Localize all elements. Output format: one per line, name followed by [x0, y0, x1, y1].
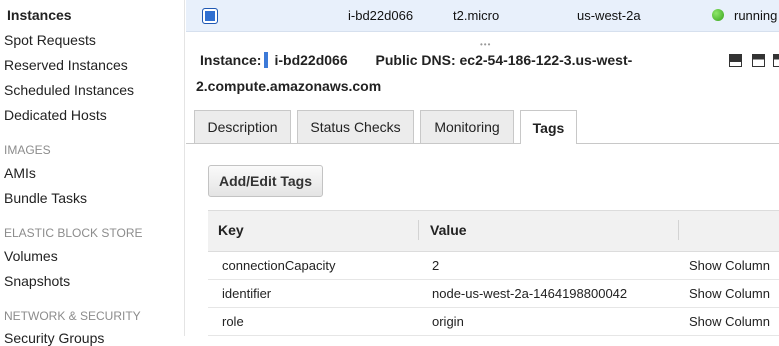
detail-header: Instance: i-bd22d066 Public DNS: ec2-54-1…: [200, 52, 632, 68]
sidebar-item-dedicated-hosts[interactable]: Dedicated Hosts: [4, 107, 107, 123]
sidebar-item-security-groups[interactable]: Security Groups: [4, 330, 104, 346]
dns-value-part2: 2.compute.amazonaws.com: [196, 78, 382, 94]
column-header-value[interactable]: Value: [430, 222, 467, 238]
sidebar-section-network: NETWORK & SECURITY: [4, 309, 141, 323]
show-column-link[interactable]: Show Column: [689, 258, 770, 273]
panel-top-icon[interactable]: [773, 54, 779, 67]
tab-monitoring[interactable]: Monitoring: [420, 110, 514, 143]
show-column-link[interactable]: Show Column: [689, 286, 770, 301]
sidebar-item-amis[interactable]: AMIs: [4, 165, 36, 181]
column-separator: [678, 220, 679, 240]
tab-tags[interactable]: Tags: [520, 110, 577, 144]
show-column-link[interactable]: Show Column: [689, 314, 770, 329]
instance-label: Instance:: [200, 52, 262, 68]
tag-value-cell: origin: [432, 314, 464, 329]
availability-zone-cell: us-west-2a: [577, 8, 641, 23]
detail-instance-id: i-bd22d066: [274, 52, 348, 68]
sidebar-item-volumes[interactable]: Volumes: [4, 248, 58, 264]
sidebar-item-reserved-instances[interactable]: Reserved Instances: [4, 57, 128, 73]
row-checkbox[interactable]: [202, 8, 218, 24]
instance-marker-icon: [264, 52, 269, 68]
tab-description[interactable]: Description: [194, 110, 291, 143]
column-separator: [418, 220, 419, 240]
tag-key-cell: identifier: [222, 286, 272, 301]
sidebar-item-bundle-tasks[interactable]: Bundle Tasks: [4, 190, 87, 206]
sidebar-item-snapshots[interactable]: Snapshots: [4, 273, 70, 289]
sidebar-item-scheduled-instances[interactable]: Scheduled Instances: [4, 82, 134, 98]
panel-split-icon[interactable]: [752, 54, 765, 67]
instance-state-cell: running: [734, 8, 778, 23]
column-header-key[interactable]: Key: [218, 222, 244, 238]
splitter-grip-icon[interactable]: •••: [480, 40, 491, 49]
tag-value-cell: 2: [432, 258, 440, 273]
add-edit-tags-button[interactable]: Add/Edit Tags: [208, 165, 323, 197]
dns-label: Public DNS:: [375, 52, 456, 68]
tag-key-cell: role: [222, 314, 244, 329]
tag-value-cell: node-us-west-2a-1464198800042: [432, 286, 628, 301]
tab-status-checks[interactable]: Status Checks: [297, 110, 414, 143]
sidebar-nav: Instances Spot Requests Reserved Instanc…: [0, 0, 185, 346]
sidebar-section-images: IMAGES: [4, 143, 51, 157]
dns-value-part1: ec2-54-186-122-3.us-west-: [459, 52, 633, 68]
panel-bottom-icon[interactable]: [729, 54, 742, 67]
tabs-baseline: [186, 143, 779, 144]
running-status-icon: [712, 9, 724, 21]
tag-key-cell: connectionCapacity: [222, 258, 336, 273]
sidebar-item-spot-requests[interactable]: Spot Requests: [4, 32, 96, 48]
sidebar-section-ebs: ELASTIC BLOCK STORE: [4, 226, 143, 240]
sidebar-item-instances[interactable]: Instances: [7, 7, 72, 23]
instance-type-cell: t2.micro: [453, 8, 500, 23]
tags-table-header: [208, 210, 779, 252]
instance-id-cell: i-bd22d066: [348, 8, 414, 23]
